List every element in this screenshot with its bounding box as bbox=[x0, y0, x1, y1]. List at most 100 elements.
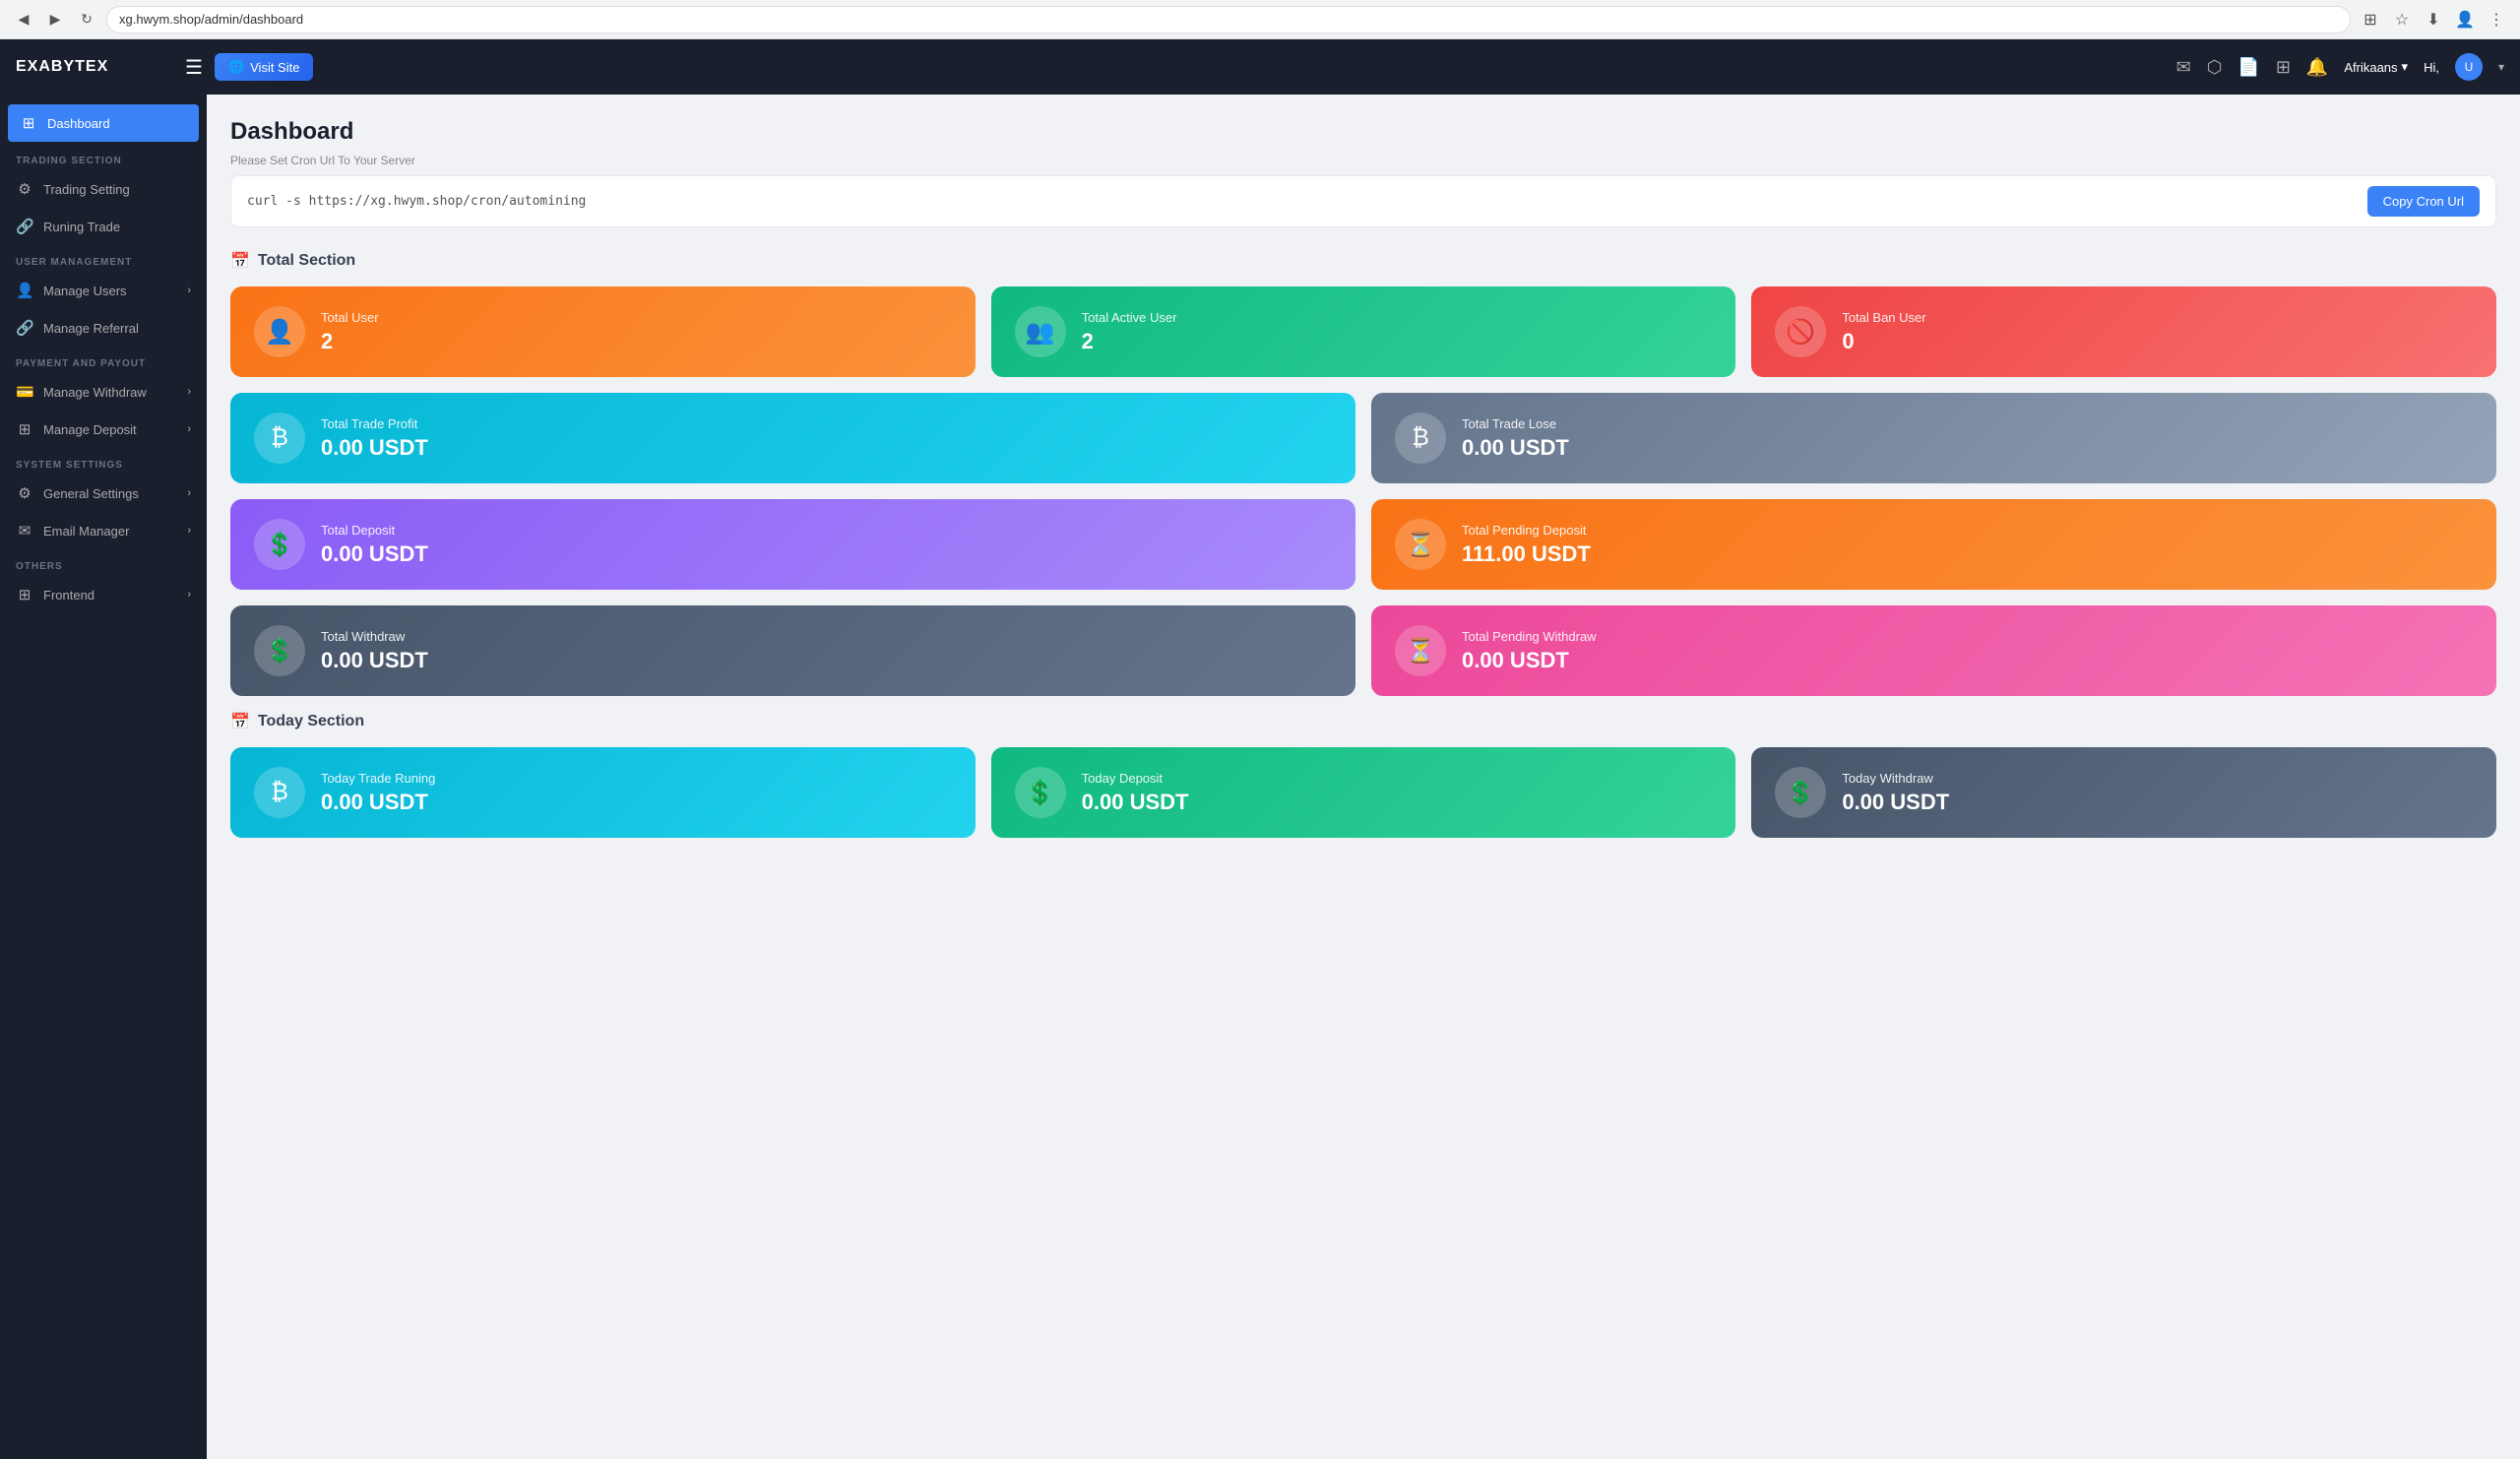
stat-value: 0.00 USDT bbox=[1462, 435, 1569, 461]
language-selector[interactable]: Afrikaans ▾ bbox=[2344, 59, 2408, 75]
sidebar-item-label: Email Manager bbox=[43, 524, 129, 539]
sidebar-item-runing-trade[interactable]: 🔗 Runing Trade bbox=[0, 208, 207, 245]
stat-card-total-user: 👤 Total User 2 bbox=[230, 286, 976, 377]
manage-users-icon: 👤 bbox=[16, 282, 33, 299]
cube-icon[interactable]: ⬡ bbox=[2207, 57, 2223, 78]
stats-row-2: ₿ Total Trade Profit 0.00 USDT ₿ Total T… bbox=[230, 393, 2496, 483]
stat-info-pending-deposit: Total Pending Deposit 111.00 USDT bbox=[1462, 523, 1591, 567]
avatar[interactable]: U bbox=[2455, 53, 2483, 81]
visit-site-button[interactable]: 🌐 Visit Site bbox=[215, 53, 314, 81]
stat-card-trade-lose: ₿ Total Trade Lose 0.00 USDT bbox=[1371, 393, 2496, 483]
stat-value: 0.00 USDT bbox=[1082, 790, 1189, 815]
copy-cron-button[interactable]: Copy Cron Url bbox=[2367, 186, 2480, 217]
sidebar-item-general-settings[interactable]: ⚙ General Settings › bbox=[0, 475, 207, 512]
stat-info-today-deposit: Today Deposit 0.00 USDT bbox=[1082, 771, 1189, 815]
stat-info-total-user: Total User 2 bbox=[321, 310, 379, 354]
stat-info-pending-withdraw: Total Pending Withdraw 0.00 USDT bbox=[1462, 629, 1597, 673]
stats-row-1: 👤 Total User 2 👥 Total Active User 2 bbox=[230, 286, 2496, 377]
today-calendar-icon: 📅 bbox=[230, 712, 250, 731]
payment-section-label: PAYMENT AND PAYOUT bbox=[0, 347, 207, 373]
page-title: Dashboard bbox=[230, 118, 2496, 146]
stat-label: Today Withdraw bbox=[1842, 771, 1949, 786]
stat-value: 0.00 USDT bbox=[1462, 648, 1597, 673]
sidebar-item-manage-referral[interactable]: 🔗 Manage Referral bbox=[0, 309, 207, 347]
pending-withdraw-icon: ⏳ bbox=[1406, 637, 1435, 666]
document-icon[interactable]: 📄 bbox=[2237, 57, 2259, 78]
pending-withdraw-icon-wrapper: ⏳ bbox=[1395, 625, 1446, 676]
total-deposit-icon-wrapper: 💲 bbox=[254, 519, 305, 570]
hamburger-button[interactable]: ☰ bbox=[185, 55, 203, 80]
stat-card-total-deposit: 💲 Total Deposit 0.00 USDT bbox=[230, 499, 1355, 590]
total-section-header: 📅 Total Section bbox=[230, 251, 2496, 271]
download-icon[interactable]: ⬇ bbox=[2422, 8, 2445, 32]
stat-info-trade-lose: Total Trade Lose 0.00 USDT bbox=[1462, 416, 1569, 461]
stat-card-today-trade: ₿ Today Trade Runing 0.00 USDT bbox=[230, 747, 976, 838]
stat-value: 111.00 USDT bbox=[1462, 541, 1591, 567]
total-active-user-icon-wrapper: 👥 bbox=[1015, 306, 1066, 357]
sidebar-item-label: Manage Users bbox=[43, 284, 127, 298]
stat-card-today-withdraw: 💲 Today Withdraw 0.00 USDT bbox=[1751, 747, 2496, 838]
runing-trade-icon: 🔗 bbox=[16, 218, 33, 235]
language-label: Afrikaans bbox=[2344, 60, 2397, 75]
stat-label: Total User bbox=[321, 310, 379, 325]
trading-setting-icon: ⚙ bbox=[16, 180, 33, 198]
stats-row-3: 💲 Total Deposit 0.00 USDT ⏳ Total Pendin… bbox=[230, 499, 2496, 590]
grid-icon[interactable]: ⊞ bbox=[2276, 57, 2291, 78]
refresh-button[interactable]: ↻ bbox=[75, 8, 98, 32]
stat-card-total-active-user: 👥 Total Active User 2 bbox=[991, 286, 1736, 377]
calendar-icon: 📅 bbox=[230, 251, 250, 271]
stat-value: 2 bbox=[321, 329, 379, 354]
cron-url-text: curl -s https://xg.hwym.shop/cron/automi… bbox=[247, 194, 2356, 209]
sidebar-item-label: Manage Referral bbox=[43, 321, 139, 336]
stat-card-today-deposit: 💲 Today Deposit 0.00 USDT bbox=[991, 747, 1736, 838]
withdraw-icon: 💲 bbox=[265, 637, 294, 666]
forward-button[interactable]: ▶ bbox=[43, 8, 67, 32]
mail-icon[interactable]: ✉ bbox=[2176, 57, 2191, 78]
sidebar-item-manage-users[interactable]: 👤 Manage Users › bbox=[0, 272, 207, 309]
chevron-icon: › bbox=[187, 525, 191, 537]
sidebar-item-email-manager[interactable]: ✉ Email Manager › bbox=[0, 512, 207, 549]
today-trade-icon-wrapper: ₿ bbox=[254, 767, 305, 818]
app-wrapper: EXABYTEX ☰ 🌐 Visit Site ✉ ⬡ 📄 ⊞ 🔔 Afrika… bbox=[0, 39, 2520, 1459]
email-manager-icon: ✉ bbox=[16, 522, 33, 539]
deposit-icon: 💲 bbox=[265, 531, 294, 559]
stat-info-total-active-user: Total Active User 2 bbox=[1082, 310, 1177, 354]
stat-label: Total Ban User bbox=[1842, 310, 1925, 325]
trade-lose-icon-wrapper: ₿ bbox=[1395, 412, 1446, 464]
total-withdraw-icon-wrapper: 💲 bbox=[254, 625, 305, 676]
user-icon: 👤 bbox=[265, 318, 294, 347]
stat-info-total-deposit: Total Deposit 0.00 USDT bbox=[321, 523, 428, 567]
address-bar[interactable] bbox=[106, 6, 2351, 33]
stat-label: Total Trade Profit bbox=[321, 416, 428, 431]
bitcoin-lose-icon: ₿ bbox=[1412, 424, 1429, 452]
stat-value: 0 bbox=[1842, 329, 1925, 354]
sidebar-item-frontend[interactable]: ⊞ Frontend › bbox=[0, 576, 207, 613]
today-withdraw-icon-wrapper: 💲 bbox=[1775, 767, 1826, 818]
sidebar-item-dashboard[interactable]: ⊞ Dashboard bbox=[8, 104, 199, 142]
stat-card-trade-profit: ₿ Total Trade Profit 0.00 USDT bbox=[230, 393, 1355, 483]
system-settings-section-label: SYSTEM SETTINGS bbox=[0, 448, 207, 475]
today-trade-icon: ₿ bbox=[271, 779, 288, 806]
sidebar-item-label: Dashboard bbox=[47, 116, 110, 131]
stat-value: 0.00 USDT bbox=[321, 435, 428, 461]
menu-icon[interactable]: ⋮ bbox=[2485, 8, 2508, 32]
stat-value: 0.00 USDT bbox=[321, 790, 435, 815]
star-icon[interactable]: ☆ bbox=[2390, 8, 2414, 32]
bell-icon[interactable]: 🔔 bbox=[2306, 57, 2328, 78]
sidebar-item-trading-setting[interactable]: ⚙ Trading Setting bbox=[0, 170, 207, 208]
translate-icon[interactable]: ⊞ bbox=[2359, 8, 2382, 32]
globe-icon: 🌐 bbox=[228, 59, 244, 75]
stat-info-today-withdraw: Today Withdraw 0.00 USDT bbox=[1842, 771, 1949, 815]
chevron-icon: › bbox=[187, 285, 191, 296]
back-button[interactable]: ◀ bbox=[12, 8, 35, 32]
sidebar-item-label: Runing Trade bbox=[43, 220, 120, 234]
stat-value: 0.00 USDT bbox=[1842, 790, 1949, 815]
bitcoin-icon: ₿ bbox=[271, 424, 288, 452]
sidebar-item-manage-deposit[interactable]: ⊞ Manage Deposit › bbox=[0, 411, 207, 448]
general-settings-icon: ⚙ bbox=[16, 484, 33, 502]
browser-actions: ⊞ ☆ ⬇ 👤 ⋮ bbox=[2359, 8, 2508, 32]
profile-icon[interactable]: 👤 bbox=[2453, 8, 2477, 32]
sidebar-item-label: Manage Withdraw bbox=[43, 385, 147, 400]
stat-info-trade-profit: Total Trade Profit 0.00 USDT bbox=[321, 416, 428, 461]
sidebar-item-manage-withdraw[interactable]: 💳 Manage Withdraw › bbox=[0, 373, 207, 411]
